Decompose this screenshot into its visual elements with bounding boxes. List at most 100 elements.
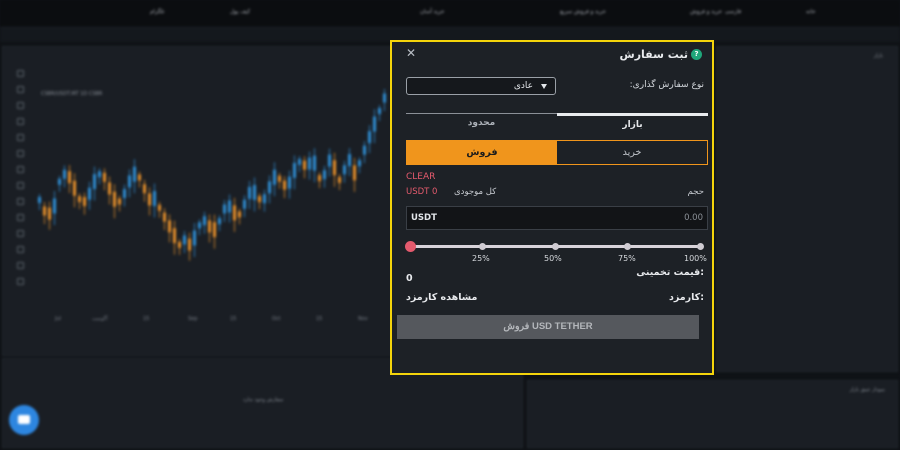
sell-button[interactable]: فروش — [407, 141, 557, 164]
candle-body — [138, 174, 141, 181]
x-tick: Jul — [55, 316, 62, 322]
exchange-app: خانه خرید و فروش خرید و فروش سریع خرید آ… — [0, 0, 900, 450]
candle-body — [173, 228, 176, 244]
candle-body — [128, 175, 131, 188]
candle-body — [258, 196, 261, 203]
buy-button[interactable]: خرید — [557, 141, 707, 164]
fib-tool-icon[interactable] — [16, 102, 24, 109]
candle-body — [118, 198, 121, 205]
candle-body — [88, 187, 91, 200]
candle-body — [263, 194, 266, 204]
orderbook-panel: بازار — [716, 46, 898, 372]
candle-body — [298, 158, 301, 165]
candle-body — [43, 206, 46, 216]
slider-tick-label: 75% — [618, 254, 636, 263]
order-mode-tabs: بازار محدود — [406, 113, 708, 133]
candle-body — [83, 197, 86, 207]
magnet-icon[interactable] — [16, 230, 24, 237]
slider-tick-label: 100% — [684, 254, 707, 263]
candle-body — [188, 238, 191, 251]
slider-stop-25[interactable] — [479, 243, 486, 250]
candle-body — [328, 154, 331, 167]
pattern-tool-icon[interactable] — [16, 150, 24, 157]
topbar-item-quick-trade[interactable]: خرید و فروش سریع — [560, 9, 606, 15]
balance-value[interactable]: USDT 0 — [406, 187, 437, 197]
topbar-item-home[interactable]: خانه — [806, 9, 816, 15]
dialog-title: ثبت سفارش — [619, 48, 688, 61]
candle-body — [268, 181, 271, 194]
topbar-item-trade[interactable]: خرید و فروش — [690, 9, 722, 15]
x-tick: آگوست — [92, 316, 108, 322]
empty-orders-text: سفارش وجود ندارد — [243, 397, 284, 403]
close-icon[interactable]: ✕ — [406, 46, 416, 60]
candle-body — [103, 172, 106, 182]
candle-body — [253, 184, 256, 200]
candle-body — [318, 175, 321, 182]
candle-body — [193, 230, 196, 246]
slider-stop-100[interactable] — [696, 243, 704, 250]
order-type-select[interactable]: عادی — [406, 77, 556, 95]
candle-body — [178, 241, 181, 248]
candle-body — [283, 180, 286, 190]
candle-body — [343, 165, 346, 175]
topbar-item-easy-buy[interactable]: خرید آسان — [420, 9, 444, 15]
candle-body — [58, 178, 61, 185]
volume-label: حجم — [687, 187, 704, 197]
candle-body — [63, 169, 66, 179]
topbar-item-telegram[interactable]: تلگرام — [150, 9, 164, 15]
amount-slider[interactable] — [404, 241, 704, 252]
tab-market[interactable]: بازار — [557, 113, 708, 133]
slider-stop-75[interactable] — [624, 243, 631, 250]
x-tick: 15 — [316, 316, 323, 322]
candle-body — [373, 116, 376, 132]
candle-body — [48, 207, 51, 220]
candle-body — [218, 218, 221, 225]
balance-label: کل موجودی — [454, 187, 497, 197]
eye-icon[interactable] — [16, 262, 24, 269]
measure-icon[interactable] — [16, 198, 24, 205]
support-chat-button[interactable] — [9, 405, 39, 435]
shapes-tool-icon[interactable] — [16, 182, 24, 189]
forecast-tool-icon[interactable] — [16, 166, 24, 173]
candle-body — [73, 180, 76, 196]
x-tick: Oct — [272, 316, 281, 322]
candle-body — [278, 175, 281, 182]
candle-body — [348, 154, 351, 167]
candle-body — [243, 199, 246, 209]
language-selector[interactable]: فارسی — [725, 9, 741, 15]
orderbook-title: بازار — [873, 53, 883, 59]
order-dialog: ? ثبت سفارش ✕ نوع سفارش گذاری: عادی بازا… — [390, 40, 714, 375]
submit-sell-button[interactable]: فروش USD TETHER — [397, 315, 699, 339]
candle-body — [203, 216, 206, 226]
dialog-header: ? ثبت سفارش ✕ — [392, 42, 712, 68]
candle-body — [338, 176, 341, 183]
view-fee-link[interactable]: مشاهده کارمزد — [406, 292, 477, 303]
cursor-tool-icon[interactable] — [16, 70, 24, 77]
slider-stop-50[interactable] — [551, 243, 559, 250]
candle-body — [143, 184, 146, 194]
candle-body — [358, 160, 361, 167]
caret-down-icon — [541, 84, 547, 89]
candle-body — [168, 220, 171, 233]
topbar-item-wallet[interactable]: کیف پول — [230, 9, 250, 15]
clear-button[interactable]: CLEAR — [406, 172, 435, 182]
help-icon[interactable]: ? — [691, 49, 702, 60]
candle-body — [183, 235, 186, 245]
candle-body — [368, 131, 371, 144]
candle-body — [353, 165, 356, 181]
slider-handle[interactable] — [404, 241, 416, 252]
x-tick: 15 — [143, 316, 150, 322]
order-type-value: عادی — [513, 81, 533, 91]
trend-line-icon[interactable] — [16, 86, 24, 93]
zoom-icon[interactable] — [16, 214, 24, 221]
trash-icon[interactable] — [16, 278, 24, 285]
estimated-price-label: قیمت تخمینی: — [636, 267, 704, 278]
candle-body — [228, 200, 231, 213]
amount-input[interactable] — [583, 211, 703, 225]
text-tool-icon[interactable] — [16, 134, 24, 141]
lock-icon[interactable] — [16, 246, 24, 253]
price-chart[interactable] — [32, 70, 392, 320]
candle-body — [158, 204, 161, 211]
brush-icon[interactable] — [16, 118, 24, 125]
tab-limit[interactable]: محدود — [406, 113, 557, 133]
